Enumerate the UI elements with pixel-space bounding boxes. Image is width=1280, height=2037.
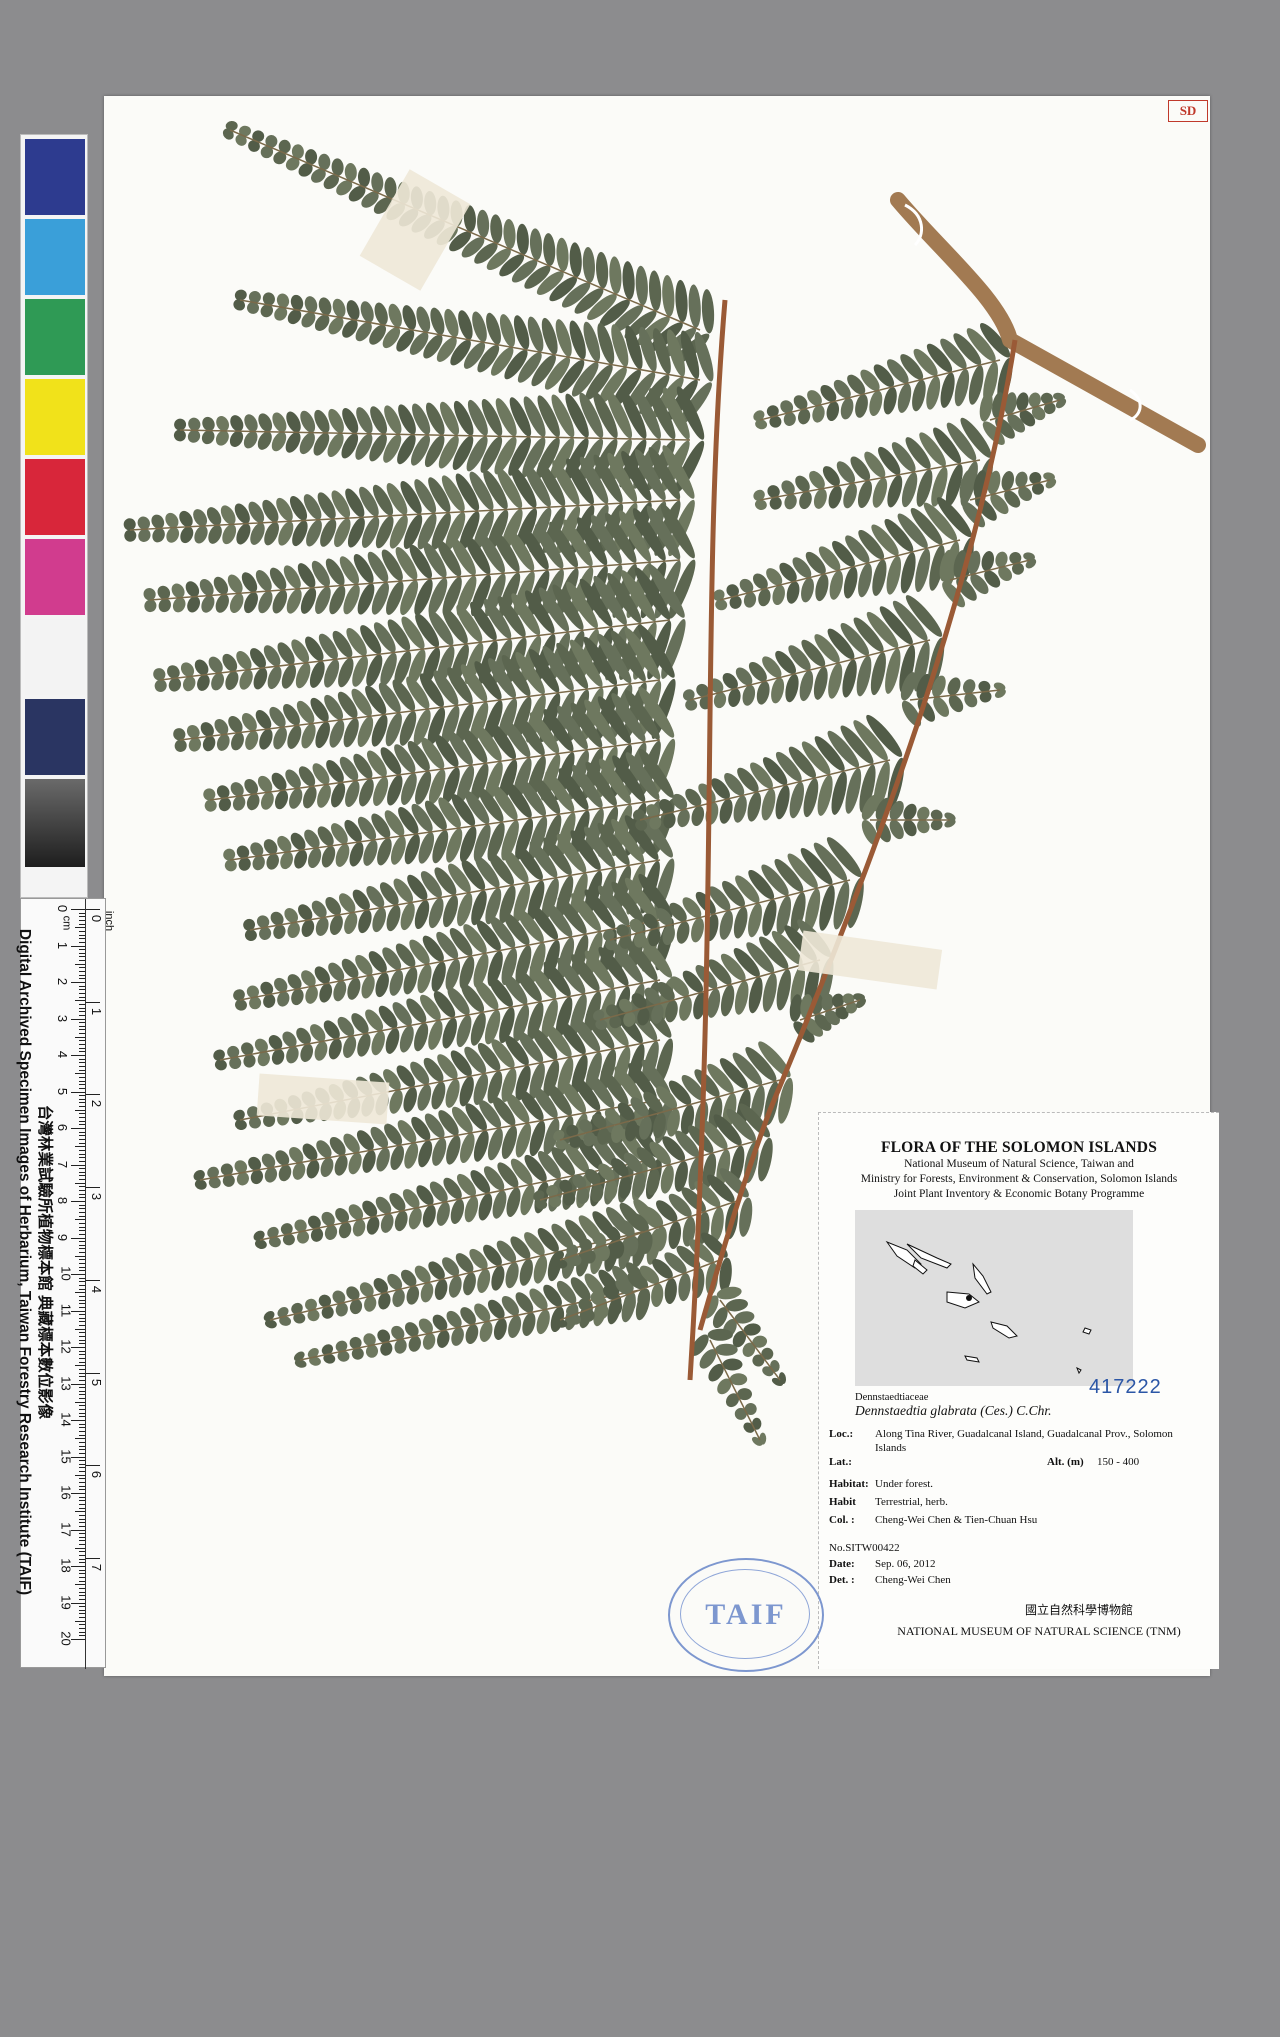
- seal-text: TAIF: [705, 1598, 787, 1631]
- habitat-key: Habitat:: [829, 1478, 869, 1490]
- habit-value: Terrestrial, herb.: [875, 1496, 948, 1508]
- fern-pinna: [753, 322, 1013, 430]
- habitat-row: Habitat: Under forest.: [829, 1477, 1219, 1491]
- collector-value: Cheng-Wei Chen & Tien-Chuan Hsu: [875, 1514, 1038, 1526]
- collector-row: Col. : Cheng-Wei Chen & Tien-Chuan Hsu: [829, 1513, 1219, 1527]
- fern-pinna: [939, 549, 1037, 608]
- family-name: Dennstaedtiaceae: [855, 1392, 929, 1403]
- fern-pinna: [861, 794, 956, 846]
- fern-pinna: [900, 672, 1006, 727]
- fern-pinna: [979, 392, 1067, 445]
- locality-value: Along Tina River, Guadalcanal Island, Gu…: [875, 1428, 1173, 1454]
- accession-number: 417222: [1089, 1376, 1162, 1398]
- tape-strip: [256, 1073, 390, 1125]
- label-title: FLORA OF THE SOLOMON ISLANDS: [880, 1139, 1158, 1156]
- date-row: Date: Sep. 06, 2012: [829, 1557, 1219, 1571]
- museum-name-en: NATIONAL MUSEUM OF NATURAL SCIENCE (TNM): [897, 1624, 1181, 1638]
- date-value: Sep. 06, 2012: [875, 1558, 936, 1570]
- label-subtitle-2: Ministry for Forests, Environment & Cons…: [860, 1173, 1178, 1185]
- determiner-key: Det. :: [829, 1574, 855, 1586]
- museum-name-zh: 國立自然科學博物館: [1024, 1603, 1133, 1617]
- number-row: No.SITW00422: [829, 1541, 1219, 1555]
- habit-row: Habit Terrestrial, herb.: [829, 1495, 1219, 1509]
- fern-pinna: [959, 469, 1057, 528]
- altitude-value: 150 - 400: [1097, 1456, 1140, 1468]
- habit-key: Habit: [829, 1496, 856, 1508]
- date-key: Date:: [829, 1558, 855, 1570]
- locality-key: Loc.:: [829, 1428, 854, 1440]
- tape-strip: [797, 930, 943, 990]
- latitude-altitude-row: Lat.: Alt. (m) 150 - 400: [829, 1455, 1219, 1469]
- specimen-label: FLORA OF THE SOLOMON ISLANDS National Mu…: [818, 1112, 1219, 1669]
- species-name: Dennstaedtia glabrata (Ces.) C.Chr.: [855, 1403, 1052, 1418]
- habitat-value: Under forest.: [875, 1478, 934, 1490]
- locality-map: [855, 1210, 1133, 1386]
- locality-row: Loc.: Along Tina River, Guadalcanal Isla…: [829, 1427, 1219, 1455]
- fern-pinna: [713, 497, 974, 611]
- determiner-row: Det. : Cheng-Wei Chen: [829, 1573, 1219, 1587]
- altitude-key: Alt. (m): [1047, 1456, 1084, 1468]
- taif-seal: TAIF: [668, 1558, 824, 1672]
- label-subtitle-3: Joint Plant Inventory & Economic Botany …: [893, 1188, 1145, 1200]
- collection-number: No.SITW00422: [829, 1542, 900, 1554]
- label-subtitle-1: National Museum of Natural Science, Taiw…: [904, 1158, 1134, 1170]
- determiner-value: Cheng-Wei Chen: [875, 1574, 951, 1586]
- fern-pinna: [753, 417, 993, 510]
- latitude-key: Lat.:: [829, 1456, 852, 1468]
- collector-key: Col. :: [829, 1514, 855, 1526]
